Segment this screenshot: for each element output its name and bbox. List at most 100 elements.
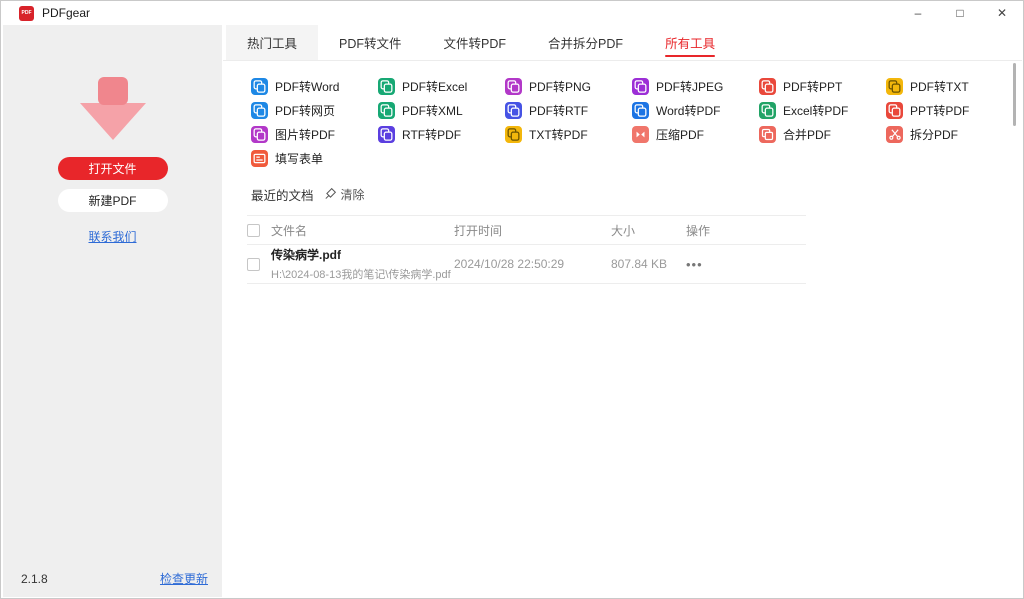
tool-label: Excel转PDF [783, 102, 848, 119]
tool-label: Word转PDF [656, 102, 720, 119]
tools-grid: PDF转Word PDF转Excel PDF转PNG PDF转JPEG PDF转PPT P… [251, 74, 1022, 170]
recent-docs-table: 文件名 打开时间 大小 操作 传染病学.pdf H:\2024-08-13我的笔记… [247, 215, 806, 284]
PDF转网页-icon [251, 102, 268, 119]
PDF转Word-icon [251, 78, 268, 95]
tab-合并拆分PDF[interactable]: 合并拆分PDF [527, 25, 644, 60]
arrow-rect [98, 77, 128, 105]
table-body: 传染病学.pdf H:\2024-08-13我的笔记\传染病学.pdf2024/1… [247, 245, 806, 284]
main-area: 热门工具PDF转文件文件转PDF合并拆分PDF所有工具 PDF转WordPDF转… [223, 25, 1022, 597]
tool-label: PDF转Word [275, 78, 339, 95]
拆分PDF-icon [886, 126, 903, 143]
vertical-scrollbar[interactable] [1013, 63, 1016, 126]
PDF转PNG-icon [505, 78, 522, 95]
maximize-button[interactable]: □ [939, 1, 981, 25]
图片转PDF-icon [251, 126, 268, 143]
tool-PDF转Excel[interactable]: PDF转Excel [378, 74, 505, 98]
tool-label: 合并PDF [783, 126, 831, 143]
tab-bar: 热门工具PDF转文件文件转PDF合并拆分PDF所有工具 [223, 25, 1022, 61]
tool-label: PDF转PNG [529, 78, 591, 95]
tool-RTF转PDF[interactable]: RTF转PDF [378, 122, 505, 146]
tool-label: PDF转Excel [402, 78, 467, 95]
row-checkbox[interactable] [247, 258, 260, 271]
tool-PPT转PDF[interactable]: PPT转PDF [886, 98, 1013, 122]
tool-PDF转XML[interactable]: PDF转XML [378, 98, 505, 122]
file-path: H:\2024-08-13我的笔记\传染病学.pdf [271, 266, 454, 282]
tool-图片转PDF[interactable]: 图片转PDF [251, 122, 378, 146]
minimize-button[interactable]: – [897, 1, 939, 25]
tool-合并PDF[interactable]: 合并PDF [759, 122, 886, 146]
tool-拆分PDF[interactable]: 拆分PDF [886, 122, 1013, 146]
tool-TXT转PDF[interactable]: TXT转PDF [505, 122, 632, 146]
tool-label: PDF转RTF [529, 102, 588, 119]
file-name: 传染病学.pdf [271, 246, 454, 263]
tool-PDF转TXT[interactable]: PDF转TXT [886, 74, 1013, 98]
window-controls: – □ ✕ [897, 1, 1023, 25]
tool-PDF转PNG[interactable]: PDF转PNG [505, 74, 632, 98]
col-open-time: 打开时间 [454, 222, 611, 239]
tool-压缩PDF[interactable]: 压缩PDF [632, 122, 759, 146]
PDF转TXT-icon [886, 78, 903, 95]
tool-label: PDF转JPEG [656, 78, 723, 95]
RTF转PDF-icon [378, 126, 395, 143]
sidebar: 打开文件 新建PDF 联系我们 2.1.8 检查更新 [3, 25, 222, 597]
broom-icon [324, 187, 337, 203]
tool-label: RTF转PDF [402, 126, 461, 143]
tool-label: PDF转XML [402, 102, 463, 119]
app-logo-icon: PDF [19, 6, 34, 21]
file-open-time: 2024/10/28 22:50:29 [454, 257, 611, 271]
tool-填写表单[interactable]: 填写表单 [251, 146, 378, 170]
tool-PDF转JPEG[interactable]: PDF转JPEG [632, 74, 759, 98]
tab-所有工具[interactable]: 所有工具 [644, 25, 736, 60]
tool-label: 填写表单 [275, 150, 323, 167]
tool-label: TXT转PDF [529, 126, 588, 143]
PPT转PDF-icon [886, 102, 903, 119]
tab-文件转PDF[interactable]: 文件转PDF [423, 25, 528, 60]
col-filename: 文件名 [271, 222, 454, 239]
PDF转Excel-icon [378, 78, 395, 95]
PDF转RTF-icon [505, 102, 522, 119]
table-row[interactable]: 传染病学.pdf H:\2024-08-13我的笔记\传染病学.pdf2024/1… [247, 245, 806, 284]
tool-PDF转PPT[interactable]: PDF转PPT [759, 74, 886, 98]
tool-PDF转网页[interactable]: PDF转网页 [251, 98, 378, 122]
tool-PDF转RTF[interactable]: PDF转RTF [505, 98, 632, 122]
tab-PDF转文件[interactable]: PDF转文件 [318, 25, 423, 60]
tool-label: PPT转PDF [910, 102, 969, 119]
row-actions-menu[interactable]: ••• [686, 257, 703, 272]
check-update-link[interactable]: 检查更新 [160, 570, 208, 587]
contact-us-link[interactable]: 联系我们 [88, 230, 136, 244]
tab-热门工具[interactable]: 热门工具 [226, 25, 318, 60]
open-file-button[interactable]: 打开文件 [58, 157, 168, 180]
合并PDF-icon [759, 126, 776, 143]
tool-label: 图片转PDF [275, 126, 335, 143]
tool-label: PDF转网页 [275, 102, 335, 119]
Excel转PDF-icon [759, 102, 776, 119]
col-size: 大小 [611, 222, 686, 239]
TXT转PDF-icon [505, 126, 522, 143]
Word转PDF-icon [632, 102, 649, 119]
recent-docs-title: 最近的文档 [251, 185, 314, 204]
clear-recent-button[interactable]: 清除 [324, 186, 365, 203]
填写表单-icon [251, 150, 268, 167]
tool-label: PDF转TXT [910, 78, 969, 95]
tool-PDF转Word[interactable]: PDF转Word [251, 74, 378, 98]
table-header: 文件名 打开时间 大小 操作 [247, 215, 806, 245]
tool-Excel转PDF[interactable]: Excel转PDF [759, 98, 886, 122]
new-pdf-button[interactable]: 新建PDF [58, 189, 168, 212]
recent-docs-header: 最近的文档 清除 [251, 185, 1022, 204]
download-arrow-icon [80, 77, 146, 141]
PDF转JPEG-icon [632, 78, 649, 95]
arrow-triangle [80, 103, 146, 140]
PDF转PPT-icon [759, 78, 776, 95]
select-all-checkbox[interactable] [247, 224, 260, 237]
version-label: 2.1.8 [21, 572, 48, 586]
col-action: 操作 [686, 222, 806, 239]
压缩PDF-icon [632, 126, 649, 143]
window-title: PDFgear [42, 6, 90, 20]
tool-label: PDF转PPT [783, 78, 842, 95]
title-bar: PDF PDFgear – □ ✕ [1, 1, 1023, 25]
tool-label: 压缩PDF [656, 126, 704, 143]
tool-label: 拆分PDF [910, 126, 958, 143]
tool-Word转PDF[interactable]: Word转PDF [632, 98, 759, 122]
close-button[interactable]: ✕ [981, 1, 1023, 25]
PDF转XML-icon [378, 102, 395, 119]
